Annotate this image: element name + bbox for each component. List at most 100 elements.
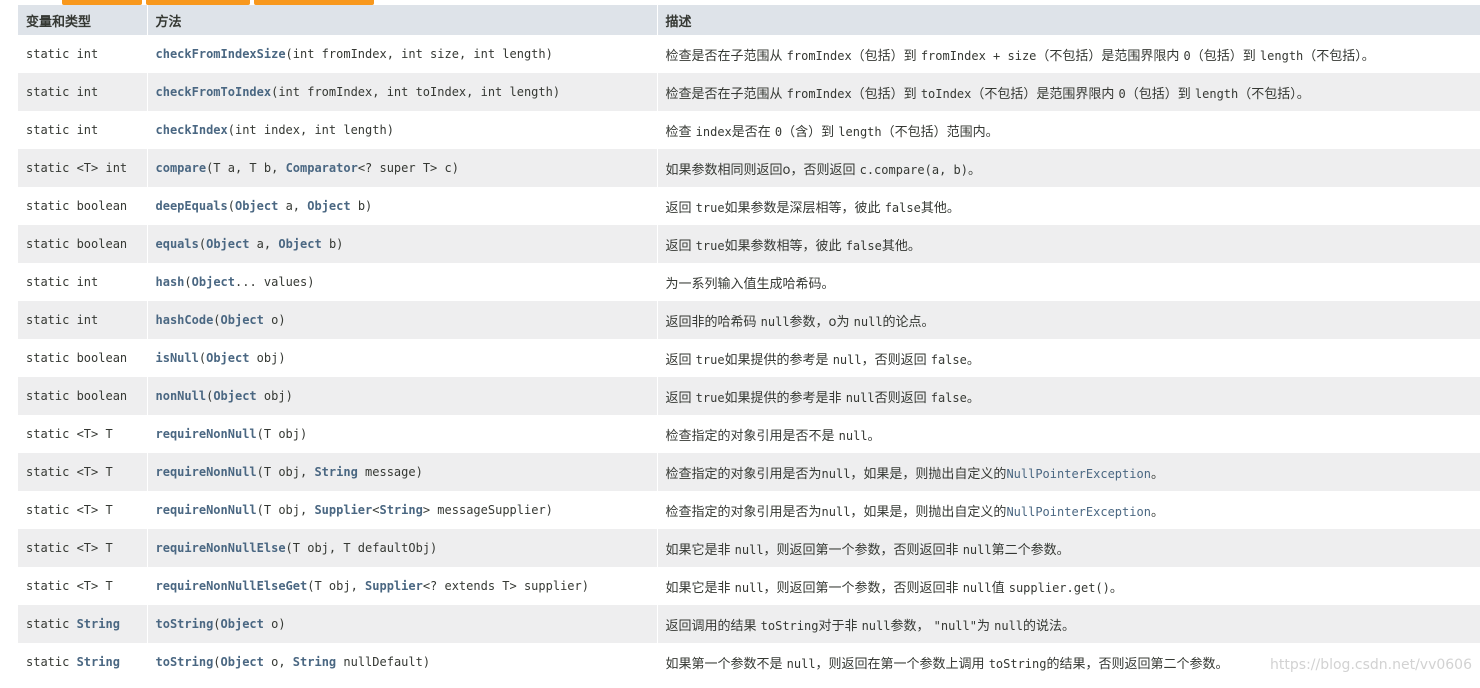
type-link[interactable]: String: [314, 465, 357, 479]
type-link[interactable]: Object: [192, 275, 235, 289]
type-link[interactable]: String: [77, 655, 120, 669]
method-description: 如果它是非 null，则返回第一个参数，否则返回非 null值 supplier…: [657, 567, 1480, 605]
method-name-link[interactable]: requireNonNull: [156, 503, 257, 517]
modifier-and-type: static <T> T: [18, 567, 148, 605]
exception-link[interactable]: NullPointerException: [1006, 505, 1151, 519]
method-signature: equals(Object a, Object b): [147, 225, 658, 263]
table-row: static <T> T requireNonNullElseGet(T obj,…: [18, 567, 1480, 605]
method-name-link[interactable]: toString: [156, 617, 214, 631]
code-fragment: null: [821, 504, 851, 519]
method-signature: requireNonNull(T obj, Supplier<String> m…: [147, 491, 658, 529]
description-text: ，则返回第一个参数，否则返回非: [763, 542, 963, 558]
exception-link[interactable]: NullPointerException: [1006, 467, 1151, 481]
type-link[interactable]: Object: [278, 237, 321, 251]
method-name-link[interactable]: nonNull: [156, 389, 207, 403]
table-row: static boolean nonNull(Object obj) 返回 true…: [18, 377, 1480, 415]
table-row: static boolean equals(Object a, Object b)…: [18, 225, 1480, 263]
modifier-and-type: static int: [18, 111, 148, 149]
method-name-link[interactable]: deepEquals: [156, 199, 228, 213]
type-link[interactable]: Comparator: [286, 161, 358, 175]
method-params: (Object o): [213, 313, 286, 327]
table-row: static <T> int compare(T a, T b, Comparat…: [18, 149, 1480, 187]
code-fragment: true: [695, 390, 725, 405]
method-description: 返回 true如果参数相等，彼此 false其他。: [657, 225, 1480, 263]
method-name-link[interactable]: compare: [156, 161, 207, 175]
method-params: (T obj, Supplier<? extends T> supplier): [307, 579, 589, 593]
description-text: 值: [991, 580, 1009, 596]
method-name-link[interactable]: isNull: [156, 351, 199, 365]
method-signature: deepEquals(Object a, Object b): [147, 187, 658, 225]
method-name-link[interactable]: requireNonNull: [156, 465, 257, 479]
description-text: （不包括）是范围界限内: [1036, 48, 1184, 64]
method-name-link[interactable]: equals: [156, 237, 199, 251]
modifier-and-type: static int: [18, 301, 148, 339]
method-name-link[interactable]: toString: [156, 655, 214, 669]
method-description: 如果参数相同则返回o，否则返回 c.compare(a, b)。: [657, 149, 1480, 187]
code-fragment: false: [884, 200, 921, 215]
type-link[interactable]: String: [77, 617, 120, 631]
method-description: 检查是否在子范围从 fromIndex（包括）到 fromIndex + siz…: [657, 35, 1480, 73]
description-text: ，否则返回: [861, 352, 931, 368]
method-description: 返回调用的结果 toString对于非 null参数， "null"为 null…: [657, 605, 1480, 643]
type-link[interactable]: Object: [307, 199, 350, 213]
type-link[interactable]: Object: [206, 351, 249, 365]
method-description: 检查 index是否在 0（含）到 length（不包括）范围内。: [657, 111, 1480, 149]
table-row: static <T> TrequireNonNull(T obj, String…: [18, 453, 1480, 491]
description-text: 检查是否在子范围从: [665, 48, 787, 64]
type-link[interactable]: Object: [221, 655, 264, 669]
description-text: ，则返回第一个参数，否则返回非: [763, 580, 963, 596]
type-link[interactable]: Object: [221, 313, 264, 327]
method-signature: requireNonNull(T obj): [147, 415, 658, 453]
table-row: static <T> TrequireNonNull(T obj) 检查指定的对象…: [18, 415, 1480, 453]
modifier-and-type: static boolean: [18, 377, 148, 415]
description-text: 为: [976, 618, 995, 634]
code-fragment: false: [930, 390, 967, 405]
type-link[interactable]: Object: [235, 199, 278, 213]
method-params: (int index, int length): [227, 123, 394, 137]
type-link[interactable]: Supplier: [314, 503, 372, 517]
method-name-link[interactable]: checkFromToIndex: [156, 85, 272, 99]
method-signature: hash(Object... values): [147, 263, 658, 301]
method-name-link[interactable]: requireNonNull: [156, 427, 257, 441]
description-text: 。: [966, 352, 980, 368]
method-description: 如果它是非 null，则返回第一个参数，否则返回非 null第二个参数。: [657, 529, 1480, 567]
code-fragment: true: [695, 238, 725, 253]
type-link[interactable]: Object: [206, 237, 249, 251]
description-text: 对于非: [818, 618, 862, 634]
method-signature: checkFromToIndex(int fromIndex, int toIn…: [147, 73, 658, 111]
modifier-and-type: static int: [18, 73, 148, 111]
method-params: (int fromIndex, int toIndex, int length): [271, 85, 561, 99]
method-signature: requireNonNullElse(T obj, T defaultObj): [147, 529, 658, 567]
modifier-and-type: static String: [18, 605, 148, 643]
method-params: (T obj): [256, 427, 308, 441]
type-link[interactable]: String: [379, 503, 422, 517]
description-text: 如果参数是深层相等，彼此: [724, 200, 885, 216]
method-name-link[interactable]: checkFromIndexSize: [156, 47, 286, 61]
method-description: 检查指定的对象引用是否为null，如果是，则抛出自定义的NullPointerE…: [657, 453, 1480, 491]
type-link[interactable]: Object: [221, 617, 264, 631]
code-fragment: null: [821, 466, 851, 481]
method-name-link[interactable]: hashCode: [156, 313, 214, 327]
code-fragment: 0: [1183, 48, 1191, 63]
type-link[interactable]: Object: [213, 389, 256, 403]
description-text: 返回: [665, 352, 696, 368]
table-row: static int checkIndex(int index, int leng…: [18, 111, 1480, 149]
method-signature: nonNull(Object obj): [147, 377, 658, 415]
description-text: （包括）到: [851, 86, 921, 102]
description-text: 否则返回: [874, 390, 931, 406]
method-name-link[interactable]: requireNonNullElse: [156, 541, 286, 555]
code-fragment: c.compare(a, b): [859, 162, 968, 177]
code-fragment: length: [1259, 48, 1304, 63]
type-link[interactable]: Supplier: [365, 579, 423, 593]
method-params: (Object a, Object b): [227, 199, 373, 213]
method-params: (T obj, String message): [256, 465, 423, 479]
code-fragment: fromIndex: [786, 86, 852, 101]
description-text: 。: [966, 390, 980, 406]
method-name-link[interactable]: checkIndex: [156, 123, 228, 137]
method-name-link[interactable]: requireNonNullElseGet: [156, 579, 308, 593]
type-link[interactable]: String: [293, 655, 336, 669]
description-text: 其他。: [881, 238, 921, 254]
method-rows: static int checkFromIndexSize (int fromInd…: [18, 35, 1480, 681]
method-params: (T a, T b, Comparator<? super T> c): [206, 161, 459, 175]
method-name-link[interactable]: hash: [156, 275, 185, 289]
